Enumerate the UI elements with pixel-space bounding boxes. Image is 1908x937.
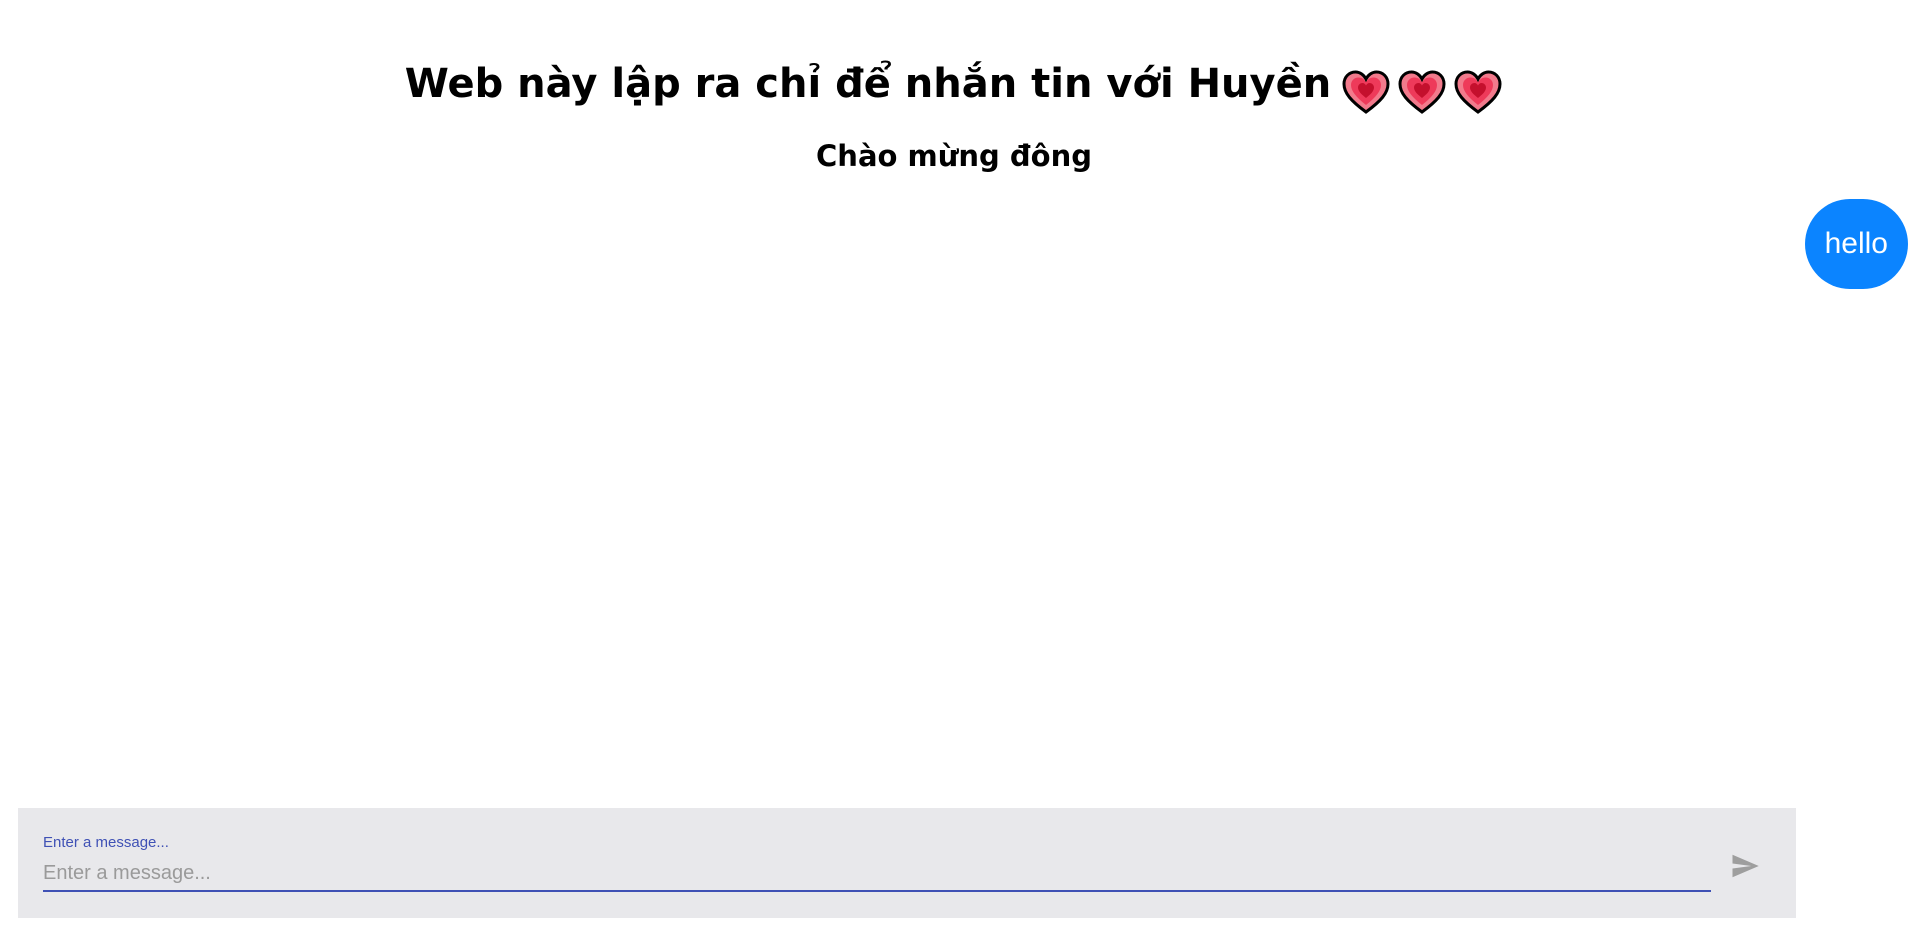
title-hearts: [1335, 62, 1503, 118]
send-icon: [1732, 854, 1759, 877]
message-input-label: Enter a message...: [43, 834, 169, 851]
page-title: Web này lập ra chỉ để nhắn tin với Huyền: [0, 56, 1908, 118]
heart-icon: [1398, 70, 1446, 114]
send-button[interactable]: [1724, 846, 1766, 888]
message-bubble-sent: hello: [1804, 199, 1908, 289]
chat-page: Web này lập ra chỉ để nhắn tin với Huyền…: [0, 0, 1908, 937]
message-composer: Enter a message...: [18, 808, 1796, 918]
welcome-subtitle: Chào mừng đông: [816, 139, 1092, 173]
page-title-text: Web này lập ra chỉ để nhắn tin với Huyền: [404, 61, 1332, 107]
heart-icon: [1342, 70, 1390, 114]
message-input[interactable]: [43, 856, 1711, 892]
heart-icon: [1454, 70, 1502, 114]
message-list: hello: [0, 190, 1908, 790]
